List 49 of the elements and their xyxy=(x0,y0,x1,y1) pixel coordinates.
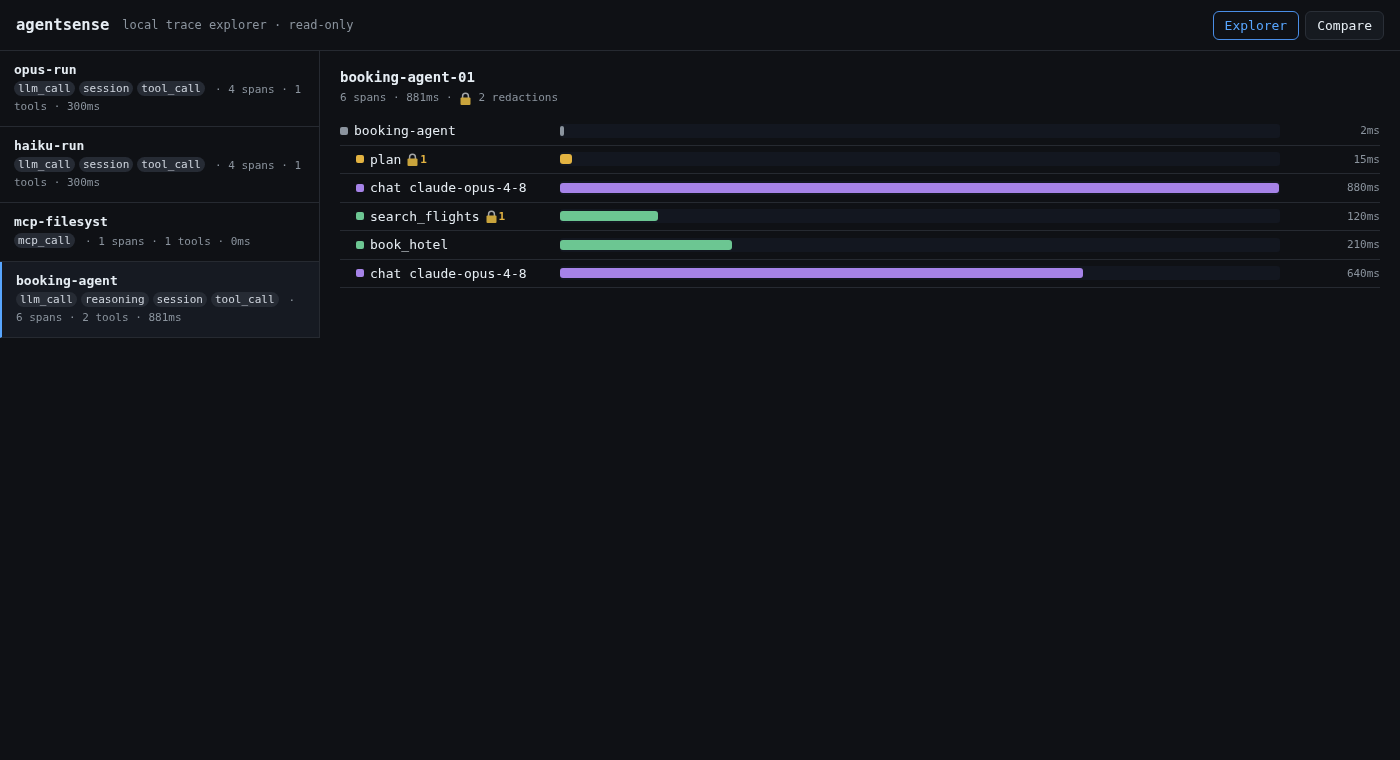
span-duration: 120ms xyxy=(1345,209,1380,223)
span-name: plan xyxy=(370,151,402,167)
trace-list-item[interactable]: booking-agent llm_call reasoning session tool_call · 6 spans · 2 tools · 881ms xyxy=(0,262,319,338)
type-tag: llm_call xyxy=(14,157,75,172)
redaction-count: 1 xyxy=(420,152,427,166)
span-duration: 2ms xyxy=(1359,124,1380,138)
type-tag: tool_call xyxy=(137,157,205,172)
trace-stats: 6 spans · 2 tools · 881ms xyxy=(16,310,182,326)
span-duration: 640ms xyxy=(1345,266,1380,280)
span-duration: 880ms xyxy=(1345,181,1380,195)
span-name: book_hotel xyxy=(370,237,449,253)
nav-button[interactable]: Explorer xyxy=(1212,10,1300,40)
trace-stats: tools · 300ms xyxy=(14,99,101,115)
trace-stats: tools · 300ms xyxy=(14,175,101,191)
trace-name: mcp-filesyst xyxy=(14,214,109,230)
trace-summary: 6 spans · 881ms · xyxy=(340,90,453,106)
type-tag: session xyxy=(152,292,207,307)
trace-stats: · 4 spans · 1 xyxy=(214,159,302,172)
trace-name: booking-agent xyxy=(16,273,119,289)
span-duration: 210ms xyxy=(1345,238,1380,252)
trace-list-item[interactable]: haiku-run llm_call session tool_call · 4 spans · 1 tools · 300ms xyxy=(0,127,319,203)
app-tagline: local trace explorer · read-only xyxy=(122,18,354,32)
redaction-count: 1 xyxy=(498,209,506,223)
redaction-summary: 2 redactions xyxy=(478,90,559,106)
trace-stats: · 1 spans · 1 tools · 0ms xyxy=(85,235,251,248)
span-name: chat claude-opus-4-8 xyxy=(370,180,527,196)
padlock-icon xyxy=(485,209,497,223)
nav-button[interactable]: Compare xyxy=(1305,10,1384,40)
trace-stats: · 4 spans · 1 xyxy=(214,83,302,96)
type-tag: tool_call xyxy=(137,81,205,96)
trace-name: opus-run xyxy=(14,62,78,78)
trace-title: booking-agent-01 xyxy=(340,69,476,86)
app-title: agentsense xyxy=(16,16,110,34)
trace-stats: · xyxy=(288,294,296,307)
span-name: search_flights xyxy=(370,208,480,224)
trace-name: haiku-run xyxy=(14,138,86,154)
type-tag: llm_call xyxy=(16,292,77,307)
type-tag: mcp_call xyxy=(14,233,75,248)
type-tag: reasoning xyxy=(81,292,149,307)
span-duration: 15ms xyxy=(1352,152,1380,166)
padlock-icon xyxy=(407,152,419,166)
type-tag: llm_call xyxy=(14,81,75,96)
type-tag: tool_call xyxy=(210,292,279,307)
type-tag: session xyxy=(79,81,134,96)
span-name: booking-agent xyxy=(354,123,456,139)
padlock-icon xyxy=(459,91,471,105)
span-name: chat claude-opus-4-8 xyxy=(370,265,527,281)
trace-list-item[interactable]: opus-run llm_call session tool_call · 4 spans · 1 tools · 300ms xyxy=(0,51,319,127)
type-tag: session xyxy=(79,157,134,172)
